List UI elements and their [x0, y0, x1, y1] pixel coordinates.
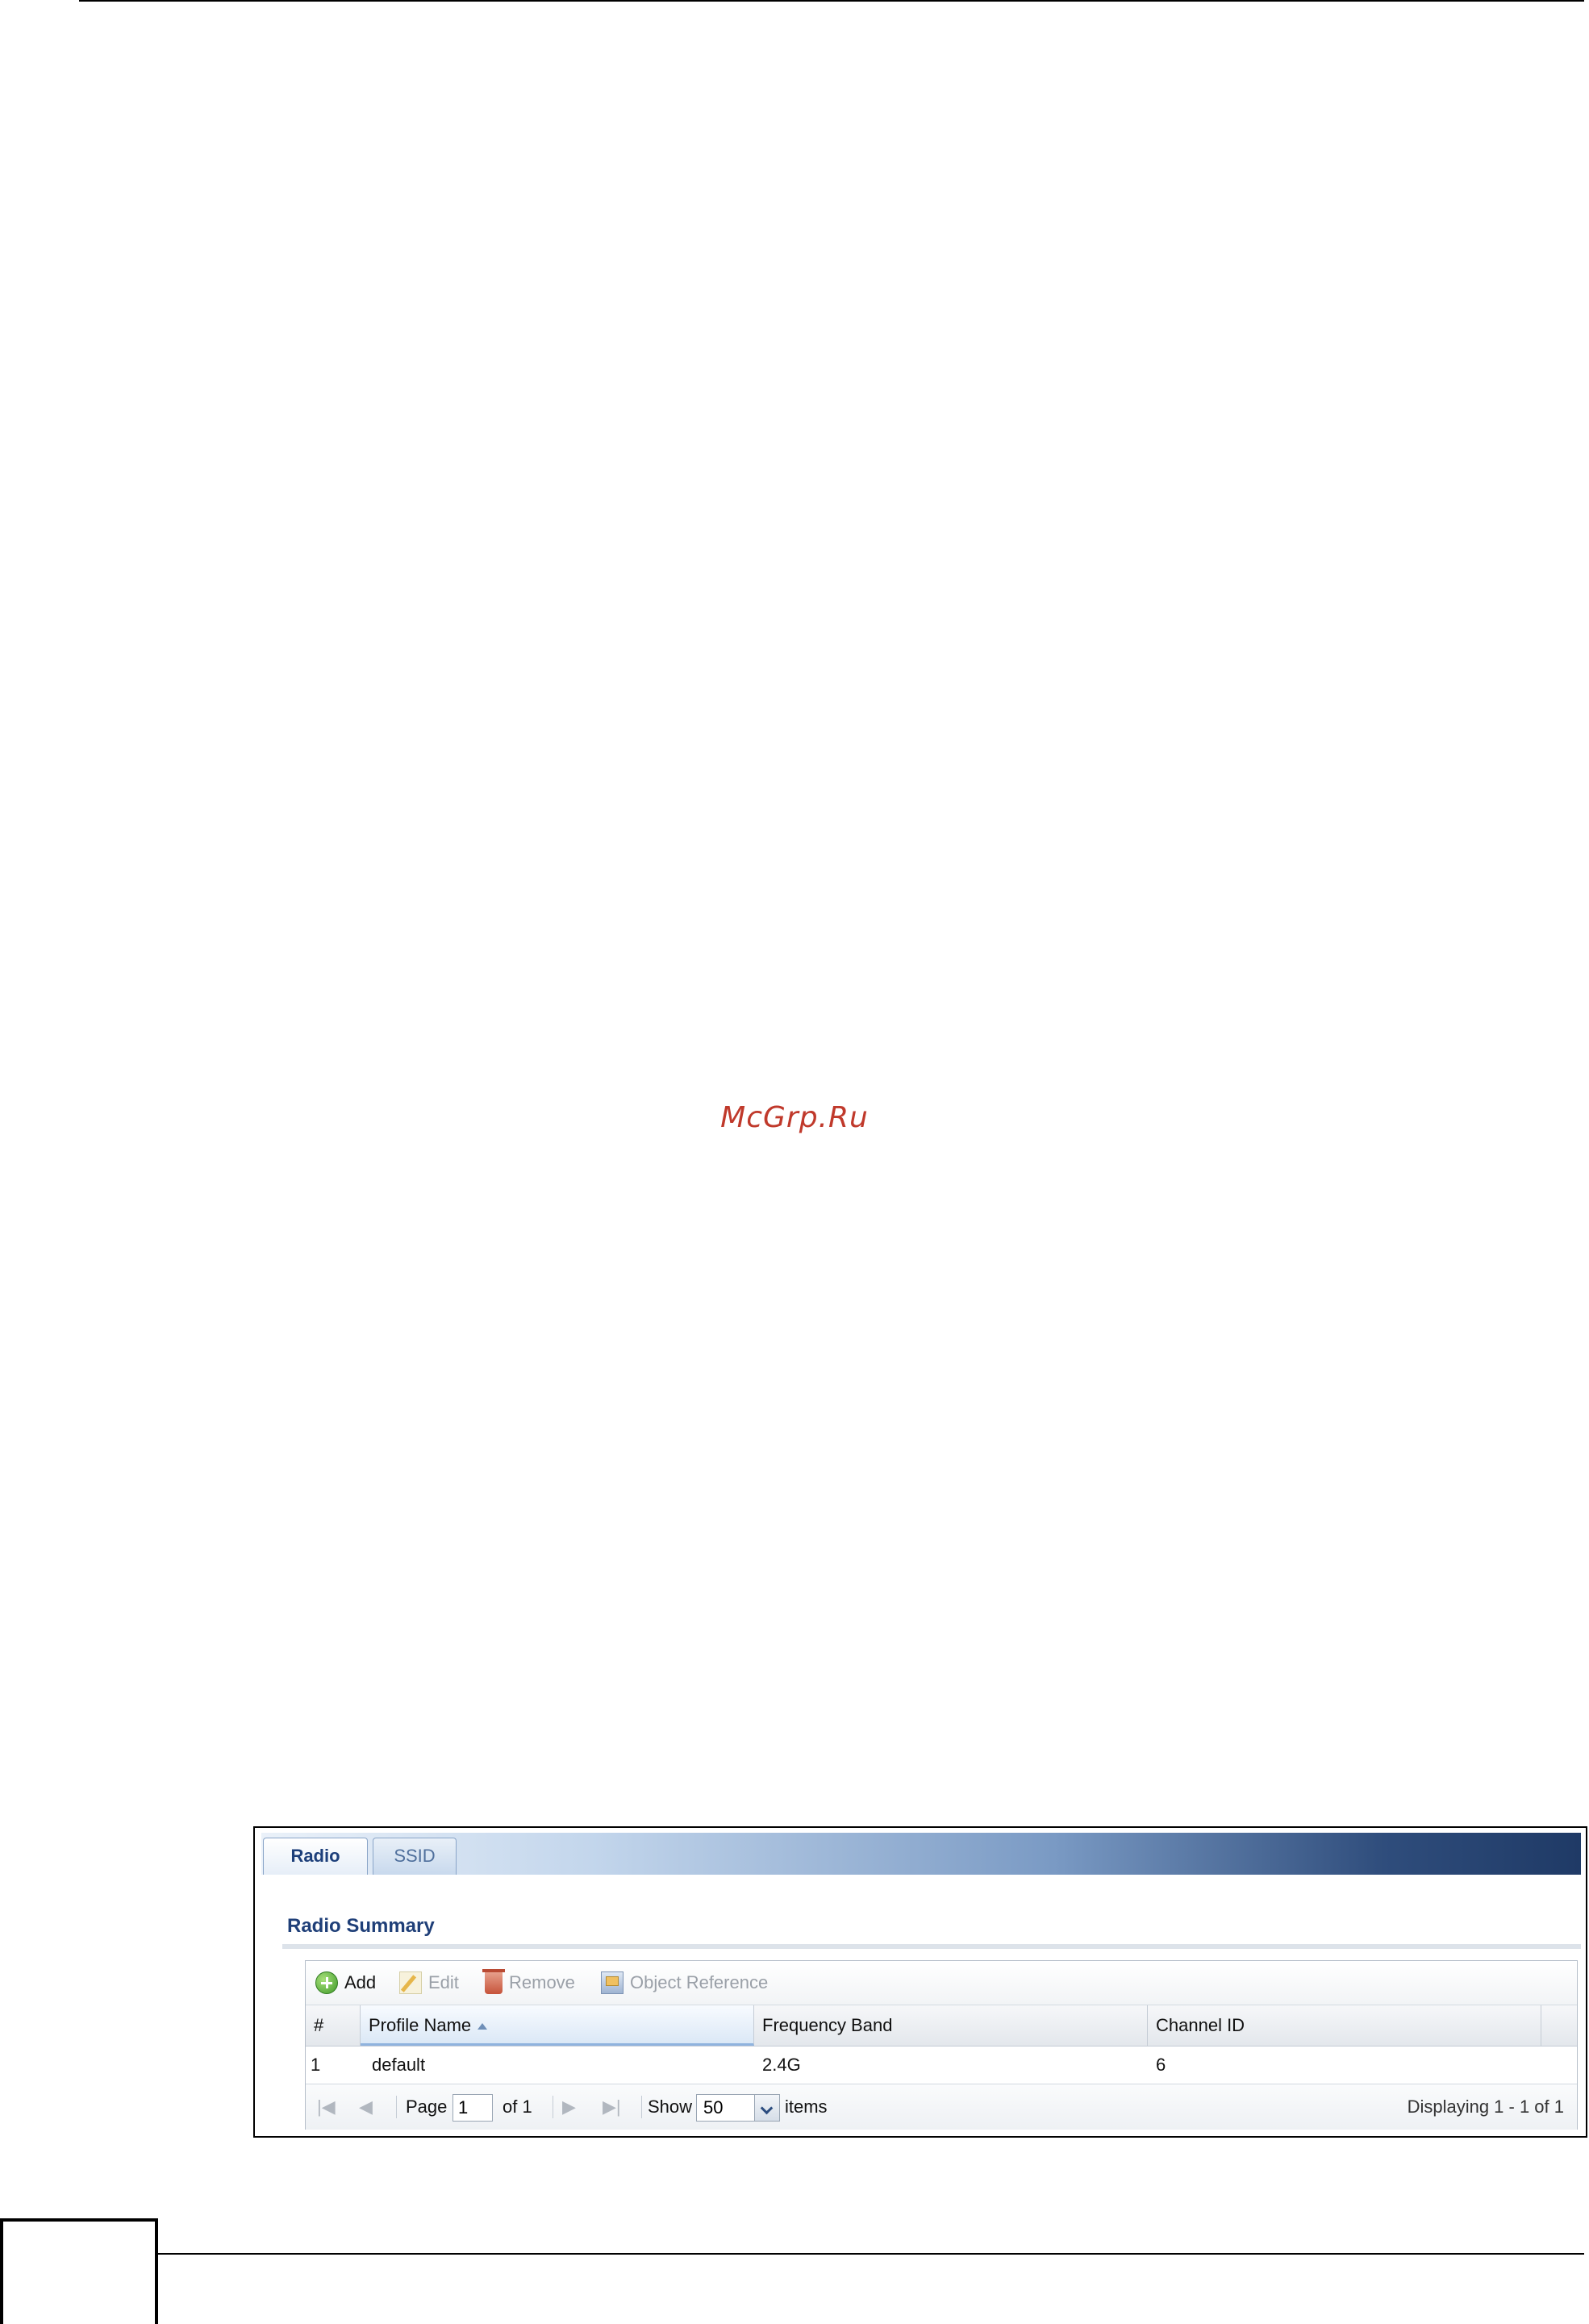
- radio-profile-grid: Add Edit Remove Object Reference # Profi…: [305, 1960, 1578, 2130]
- tab-ssid[interactable]: SSID: [373, 1838, 457, 1875]
- column-header-number-label: #: [314, 2015, 324, 2035]
- page-count-label: of 1: [503, 2097, 532, 2117]
- prev-page-icon[interactable]: ◀: [359, 2092, 373, 2122]
- tab-radio[interactable]: Radio: [263, 1838, 368, 1875]
- show-label: Show: [648, 2097, 693, 2117]
- column-header-channel-id-label: Channel ID: [1156, 2015, 1245, 2035]
- cell-number: 1: [311, 2055, 321, 2075]
- remove-button[interactable]: Remove: [482, 1969, 575, 1996]
- page-number-input[interactable]: [453, 2094, 493, 2122]
- column-header-profile-name-label: Profile Name: [369, 2015, 472, 2035]
- section-title: Radio Summary: [287, 1915, 435, 1937]
- column-header-frequency-band-label: Frequency Band: [762, 2015, 893, 2035]
- edit-icon: [399, 1971, 422, 1994]
- add-label: Add: [344, 1972, 377, 1992]
- items-label: items: [785, 2097, 828, 2117]
- edit-label: Edit: [428, 1972, 459, 1992]
- displaying-status: Displaying 1 - 1 of 1: [1407, 2097, 1564, 2117]
- footer-rule: [158, 2253, 1584, 2255]
- add-button[interactable]: Add: [315, 1969, 376, 1996]
- radio-summary-screenshot: Radio SSID Radio Summary Add Edit Remove…: [253, 1826, 1587, 2138]
- page-size-value: 50: [703, 2097, 724, 2117]
- column-header-channel-id[interactable]: Channel ID: [1148, 2005, 1541, 2046]
- cell-frequency-band: 2.4G: [762, 2055, 801, 2075]
- column-header-filler: [1541, 2005, 1577, 2046]
- pager-separator: [396, 2096, 397, 2118]
- pager-separator: [641, 2096, 642, 2118]
- object-reference-button[interactable]: Object Reference: [601, 1969, 768, 1996]
- page-label: Page: [406, 2097, 448, 2117]
- table-row[interactable]: 1 default 2.4G 6: [306, 2047, 1577, 2084]
- section-divider: [282, 1944, 1581, 1949]
- column-header-number[interactable]: #: [306, 2005, 361, 2046]
- chevron-down-icon[interactable]: [754, 2095, 779, 2121]
- sort-ascending-icon: [478, 2023, 488, 2030]
- watermark: McGrp.Ru: [720, 1101, 869, 1134]
- page-number-box: [0, 2218, 158, 2324]
- first-page-icon[interactable]: |◀: [317, 2092, 336, 2122]
- column-header-profile-name[interactable]: Profile Name: [361, 2005, 754, 2046]
- cell-channel-id: 6: [1156, 2055, 1166, 2075]
- remove-label: Remove: [509, 1972, 575, 1992]
- trash-icon: [482, 1969, 505, 1994]
- edit-button[interactable]: Edit: [399, 1969, 459, 1996]
- grid-header: # Profile Name Frequency Band Channel ID: [306, 2005, 1577, 2047]
- tab-bar: Radio SSID: [261, 1833, 1581, 1875]
- next-page-icon[interactable]: ▶: [562, 2092, 576, 2122]
- pagination-bar: |◀ ◀ Page of 1 ▶ ▶| Show 50 items Displa…: [306, 2084, 1577, 2130]
- header-rule: [79, 0, 1584, 2]
- object-reference-icon: [601, 1971, 624, 1994]
- page-size-select[interactable]: 50: [696, 2094, 780, 2122]
- last-page-icon[interactable]: ▶|: [603, 2092, 621, 2122]
- object-reference-label: Object Reference: [630, 1972, 769, 1992]
- add-icon: [315, 1971, 338, 1994]
- grid-toolbar: Add Edit Remove Object Reference: [306, 1961, 1577, 2005]
- column-header-frequency-band[interactable]: Frequency Band: [754, 2005, 1148, 2046]
- cell-profile-name: default: [372, 2055, 426, 2075]
